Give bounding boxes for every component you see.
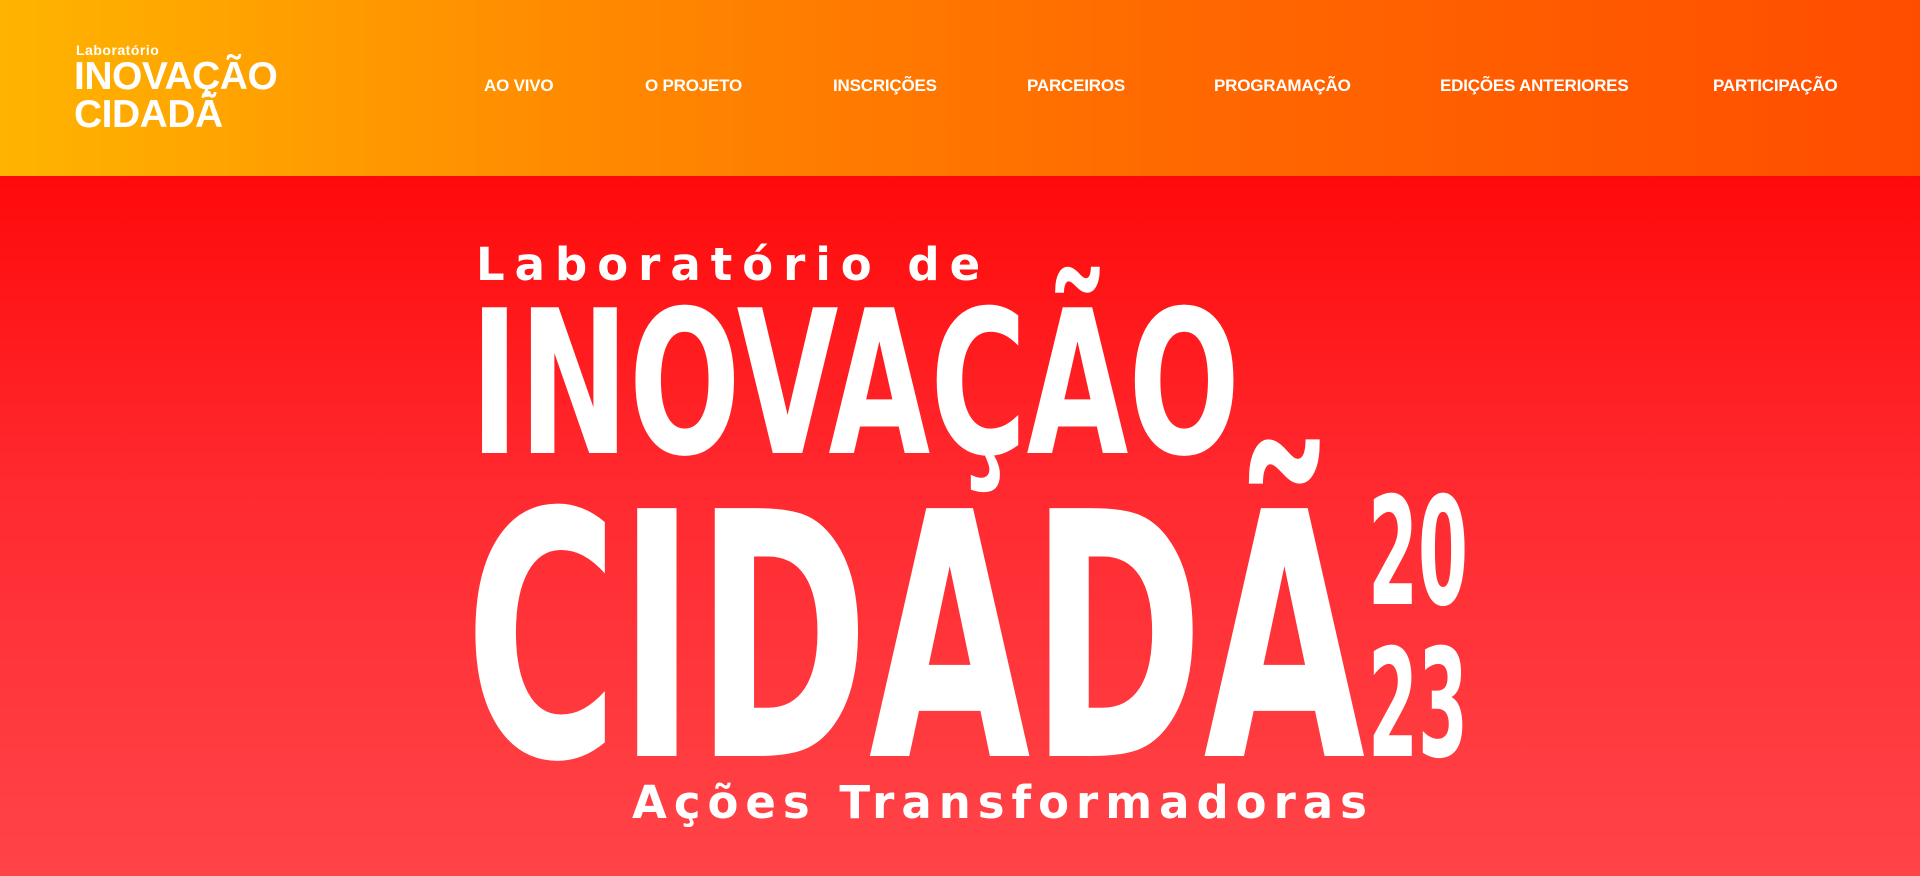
- logo-line-2: CIDADÃ: [74, 93, 223, 136]
- nav-item-inscricoes[interactable]: INSCRIÇÕES: [833, 76, 937, 96]
- hero-year-top: 20: [1368, 466, 1468, 640]
- hero-year-bottom: 23: [1368, 618, 1468, 792]
- nav-item-edicoes-anteriores[interactable]: EDIÇÕES ANTERIORES: [1440, 76, 1629, 96]
- main-nav: AO VIVO O PROJETO INSCRIÇÕES PARCEIROS P…: [0, 76, 1920, 100]
- hero-title-art: INOVAÇÃO CIDADÃ 20 23: [465, 266, 1468, 837]
- nav-item-programacao[interactable]: PROGRAMAÇÃO: [1214, 76, 1351, 96]
- hero-banner: Laboratório de INOVAÇÃO CIDADÃ 20 23 Açõ…: [0, 176, 1920, 876]
- nav-item-o-projeto[interactable]: O PROJETO: [645, 76, 742, 96]
- nav-item-parceiros[interactable]: PARCEIROS: [1027, 76, 1125, 96]
- nav-item-ao-vivo[interactable]: AO VIVO: [484, 76, 554, 96]
- nav-item-participacao[interactable]: PARTICIPAÇÃO: [1713, 76, 1838, 96]
- site-header: Laboratório INOVAÇÃO CIDADÃ AO VIVO O PR…: [0, 0, 1920, 176]
- hero-tagline: Ações Transformadoras: [632, 776, 1374, 829]
